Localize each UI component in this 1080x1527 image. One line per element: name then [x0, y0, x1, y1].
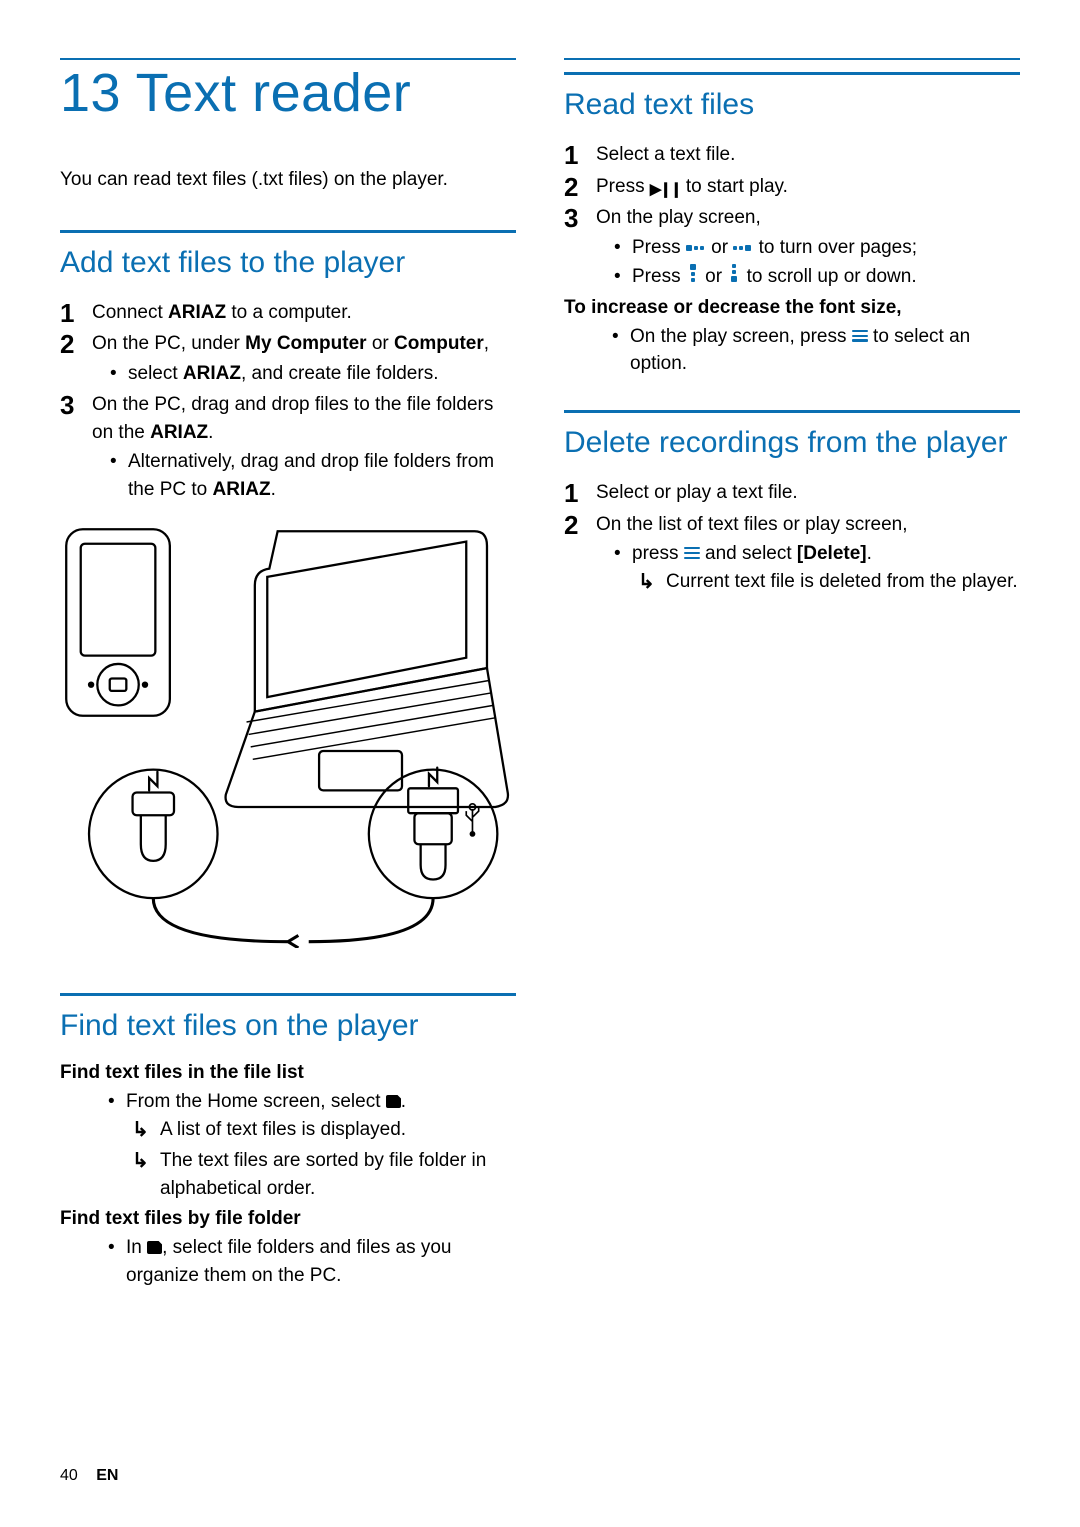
- read-step-2: Press ▶❙❙ to start play.: [564, 173, 1020, 201]
- section-rule: [60, 993, 516, 996]
- step-2: On the PC, under My Computer or Computer…: [60, 330, 516, 387]
- delete-step-1: Select or play a text file.: [564, 479, 1020, 507]
- menu-icon: [852, 330, 868, 343]
- step-3-sub: Alternatively, drag and drop file folder…: [106, 448, 516, 503]
- page-footer: 40 EN: [60, 1467, 118, 1485]
- section-rule: [564, 410, 1020, 413]
- section-rule: [60, 230, 516, 233]
- read-steps: Select a text file. Press ▶❙❙ to start p…: [564, 141, 1020, 291]
- chapter-title: 13 Text reader: [60, 62, 516, 124]
- intro-text: You can read text files (.txt files) on …: [60, 166, 516, 194]
- find-bullet-2: In , select file folders and files as yo…: [104, 1234, 516, 1289]
- font-size-sub: To increase or decrease the font size,: [564, 297, 1020, 319]
- read-step-1: Select a text file.: [564, 141, 1020, 169]
- read-bullet-1: Press or to turn over pages;: [610, 234, 1020, 262]
- section-delete-title: Delete recordings from the player: [564, 425, 1020, 461]
- page-rule: [564, 58, 1020, 60]
- connection-illustration: [60, 523, 516, 948]
- up-nav-icon: [686, 264, 700, 284]
- section-find-title: Find text files on the player: [60, 1008, 516, 1044]
- find-result-1: A list of text files is displayed.: [126, 1116, 516, 1144]
- delete-result: Current text file is deleted from the pl…: [632, 568, 1020, 596]
- find-sub1: Find text files in the file list: [60, 1062, 516, 1084]
- chapter-title-text: Text reader: [136, 63, 412, 123]
- right-nav-icon: [733, 241, 753, 255]
- page-lang: EN: [96, 1467, 118, 1484]
- play-pause-icon: ▶❙❙: [650, 179, 681, 201]
- step-1: Connect ARIAZ to a computer.: [60, 299, 516, 327]
- text-file-icon: [386, 1095, 401, 1108]
- add-steps: Connect ARIAZ to a computer. On the PC, …: [60, 299, 516, 504]
- read-bullet-2: Press or to scroll up or down.: [610, 263, 1020, 291]
- find-result-2: The text files are sorted by file folder…: [126, 1147, 516, 1202]
- find-sub2: Find text files by file folder: [60, 1208, 516, 1230]
- text-file-icon: [147, 1241, 162, 1254]
- down-nav-icon: [727, 264, 741, 284]
- section-add-title: Add text files to the player: [60, 245, 516, 281]
- delete-steps: Select or play a text file. On the list …: [564, 479, 1020, 595]
- menu-icon: [684, 547, 700, 560]
- delete-bullet-1: press and select [Delete]. Current text …: [610, 540, 1020, 595]
- section-read-title: Read text files: [564, 87, 1020, 123]
- read-step-3: On the play screen, Press or to turn ove…: [564, 204, 1020, 291]
- chapter-number: 13: [60, 63, 121, 123]
- font-size-bullet: On the play screen, press to select an o…: [608, 323, 1020, 378]
- step-2-sub: select ARIAZ, and create file folders.: [106, 360, 516, 388]
- find-bullet-1: From the Home screen, select . A list of…: [104, 1088, 516, 1202]
- delete-step-2: On the list of text files or play screen…: [564, 511, 1020, 596]
- step-3: On the PC, drag and drop files to the fi…: [60, 391, 516, 503]
- page-rule: [60, 58, 516, 60]
- page-number: 40: [60, 1467, 78, 1484]
- section-rule: [564, 72, 1020, 75]
- left-nav-icon: [686, 241, 706, 255]
